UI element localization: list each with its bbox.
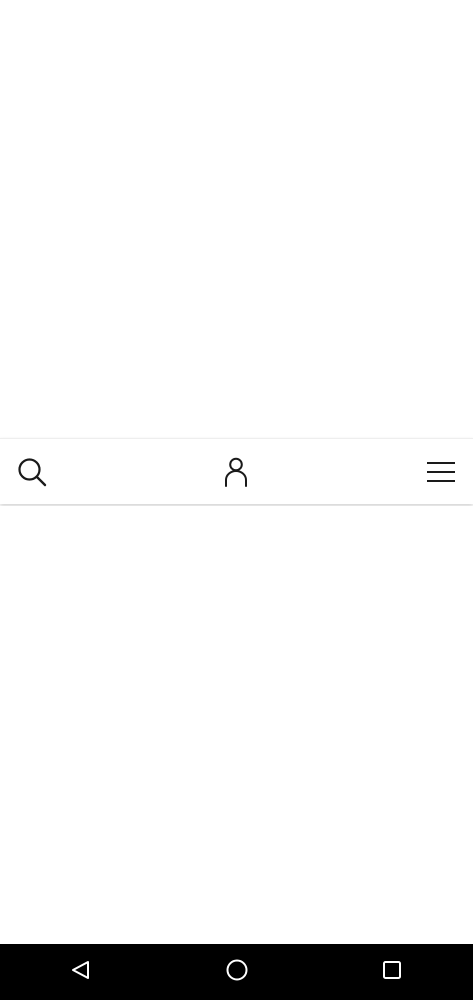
content-area-top — [0, 0, 473, 438]
system-navigation-bar — [0, 944, 473, 1000]
home-circle-icon — [225, 958, 249, 987]
recents-button[interactable] — [362, 944, 422, 1000]
home-button[interactable] — [207, 944, 267, 1000]
back-button[interactable] — [51, 944, 111, 1000]
content-area-bottom — [0, 506, 473, 944]
back-triangle-icon — [70, 959, 92, 986]
menu-button[interactable] — [411, 439, 471, 505]
user-icon — [224, 457, 248, 487]
app-screen — [0, 0, 473, 1000]
hamburger-menu-icon — [426, 461, 456, 483]
search-button[interactable] — [2, 439, 62, 505]
account-button[interactable] — [206, 439, 266, 505]
search-icon — [17, 457, 47, 487]
top-toolbar — [0, 438, 473, 504]
recents-square-icon — [381, 959, 403, 986]
